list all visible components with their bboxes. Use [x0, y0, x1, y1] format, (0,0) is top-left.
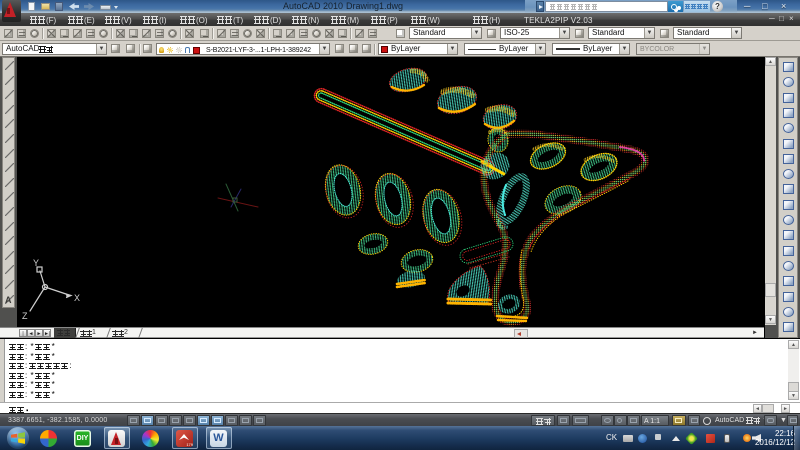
- svg-text:Y: Y: [33, 258, 39, 268]
- svg-text:Z: Z: [22, 311, 28, 321]
- svg-text:X: X: [74, 293, 80, 303]
